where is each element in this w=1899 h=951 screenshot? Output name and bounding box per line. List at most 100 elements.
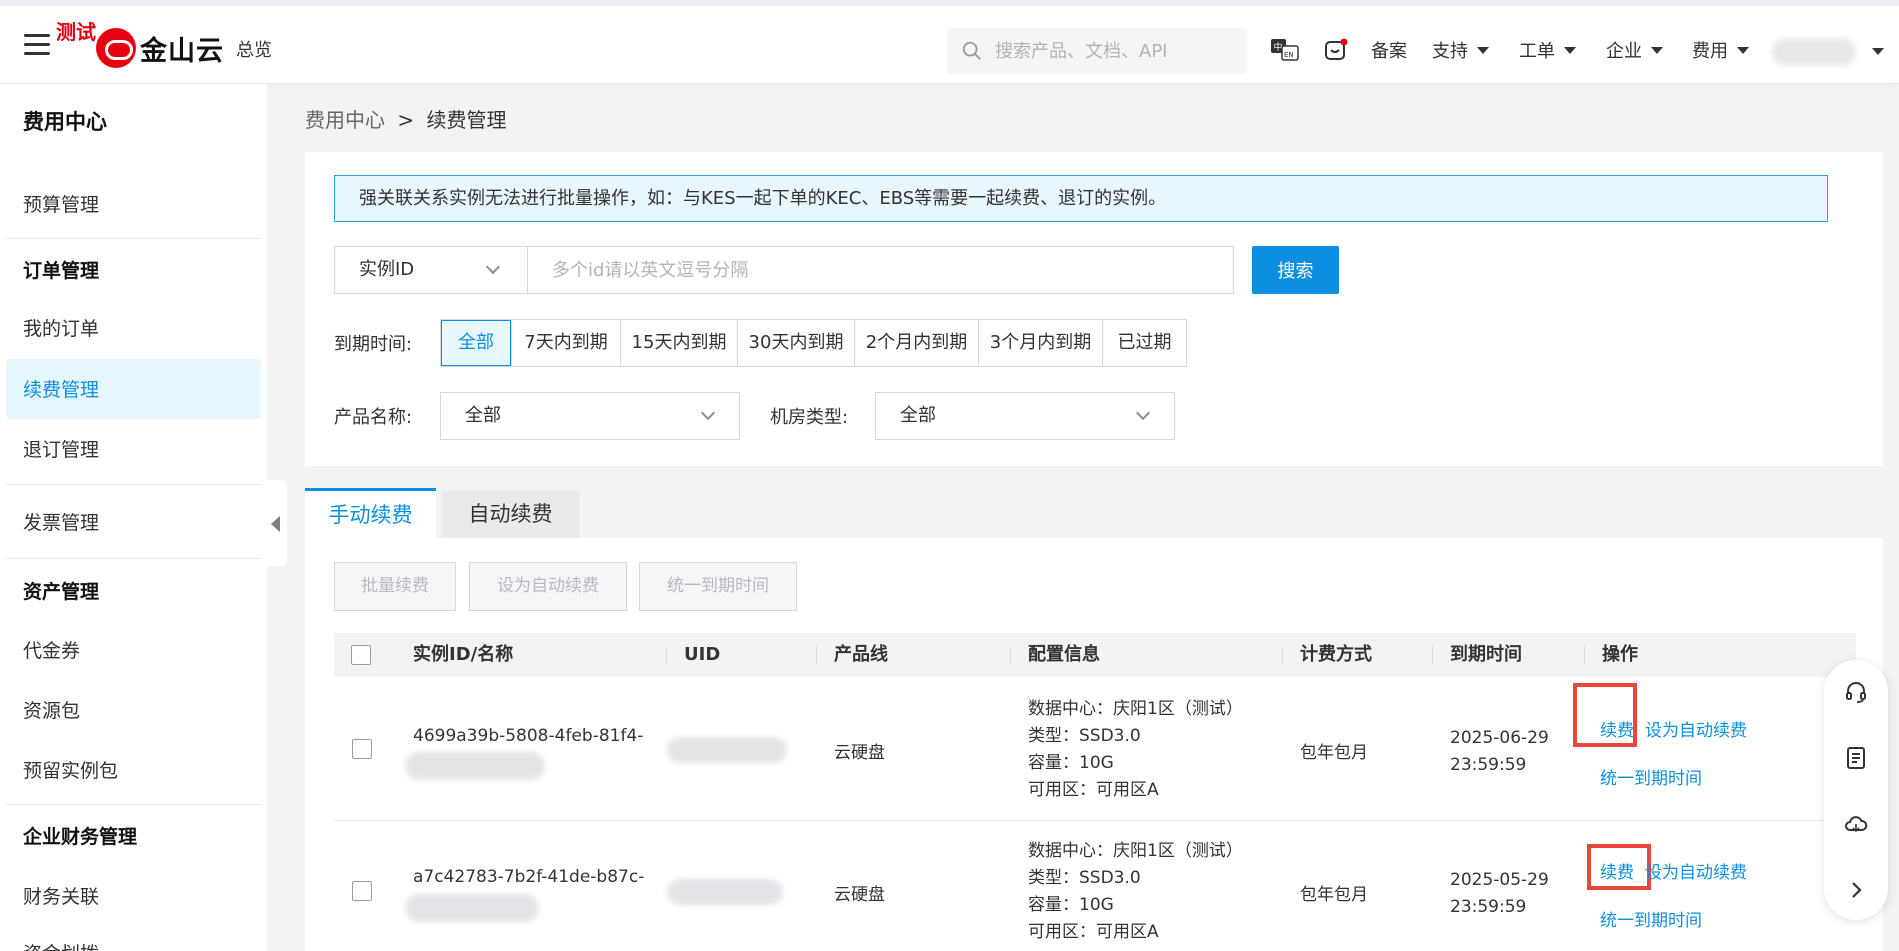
- unify-expire-link[interactable]: 统一到期时间: [1600, 764, 1702, 789]
- th-uid: UID: [684, 644, 721, 665]
- sidebar-item-fund-transfer[interactable]: 资金划拨: [23, 939, 99, 951]
- expire-option-15d[interactable]: 15天内到期: [620, 320, 737, 366]
- set-auto-renew-link[interactable]: 设为自动续费: [1645, 858, 1747, 883]
- row-checkbox[interactable]: [352, 739, 372, 759]
- top-header: 测试 金山云 总览 中 EN 备案 支持 工单 企业 费用: [0, 0, 1899, 84]
- product-line: 云硬盘: [834, 885, 885, 905]
- product-line: 云硬盘: [834, 743, 885, 763]
- tab-manual-renewal[interactable]: 手动续费: [305, 488, 436, 538]
- nav-enterprise-label: 企业: [1606, 41, 1642, 62]
- search-icon: [962, 41, 981, 60]
- chevron-right-icon[interactable]: [1844, 878, 1868, 902]
- divider: [6, 238, 261, 239]
- expire-date: 2025-06-29: [1450, 728, 1549, 748]
- select-all-checkbox[interactable]: [351, 645, 371, 665]
- expire-option-all[interactable]: 全部: [441, 320, 511, 366]
- unify-expire-link[interactable]: 统一到期时间: [1600, 906, 1702, 931]
- room-select[interactable]: 全部: [875, 392, 1175, 440]
- sidebar-item-my-orders[interactable]: 我的订单: [23, 314, 99, 341]
- th-product: 产品线: [834, 644, 888, 665]
- chevron-down-icon: [700, 405, 716, 421]
- instance-id[interactable]: 4699a39b-5808-4feb-81f4-: [413, 726, 643, 746]
- room-select-value: 全部: [900, 405, 936, 426]
- user-account-avatar[interactable]: [1772, 38, 1856, 66]
- expire-option-30d[interactable]: 30天内到期: [737, 320, 854, 366]
- sidebar-item-voucher[interactable]: 代金券: [23, 636, 80, 663]
- sidebar-collapse-toggle[interactable]: [267, 480, 287, 566]
- expire-option-2m[interactable]: 2个月内到期: [854, 320, 978, 366]
- config-info: 数据中心：庆阳1区（测试） 类型：SSD3.0 容量：10G 可用区：可用区A: [1028, 838, 1243, 946]
- headset-icon[interactable]: [1844, 680, 1868, 704]
- sidebar-item-budget[interactable]: 预算管理: [23, 190, 99, 217]
- sidebar-item-finance-link[interactable]: 财务关联: [23, 882, 99, 909]
- th-instance: 实例ID/名称: [413, 644, 514, 665]
- floating-toolbar: [1824, 660, 1888, 920]
- expire-clock: 23:59:59: [1450, 897, 1527, 917]
- overview-link[interactable]: 总览: [236, 36, 272, 62]
- chevron-down-icon: [1477, 46, 1489, 54]
- language-icon[interactable]: 中 EN: [1270, 38, 1300, 62]
- menu-icon[interactable]: [24, 34, 50, 58]
- th-config: 配置信息: [1028, 644, 1100, 665]
- instance-id-input[interactable]: [527, 246, 1234, 294]
- set-auto-renew-link[interactable]: 设为自动续费: [1645, 716, 1747, 741]
- expire-option-7d[interactable]: 7天内到期: [511, 320, 620, 366]
- nav-ticket[interactable]: 工单: [1519, 37, 1576, 63]
- field-select-value: 实例ID: [359, 259, 415, 280]
- nav-enterprise[interactable]: 企业: [1606, 37, 1663, 63]
- divider: [6, 804, 261, 805]
- sidebar-item-reserved[interactable]: 预留实例包: [23, 756, 118, 783]
- set-auto-renew-button[interactable]: 设为自动续费: [469, 562, 627, 611]
- breadcrumb-parent[interactable]: 费用中心: [305, 108, 385, 132]
- sidebar-title: 费用中心: [23, 110, 107, 134]
- instance-id[interactable]: a7c42783-7b2f-41de-b87c-: [413, 867, 644, 887]
- expire-label: 到期时间:: [334, 334, 413, 355]
- document-icon[interactable]: [1844, 746, 1868, 770]
- renew-link[interactable]: 续费: [1600, 716, 1634, 741]
- room-label: 机房类型:: [770, 407, 849, 428]
- nav-ticket-label: 工单: [1519, 41, 1555, 62]
- sidebar-item-package[interactable]: 资源包: [23, 696, 80, 723]
- tab-auto-renewal[interactable]: 自动续费: [442, 491, 579, 538]
- sidebar-item-renewal[interactable]: 续费管理: [23, 375, 99, 402]
- nav-billing[interactable]: 费用: [1692, 37, 1749, 63]
- global-search[interactable]: [947, 28, 1247, 74]
- sidebar-group-orders: 订单管理: [23, 260, 100, 282]
- sidebar-item-invoice[interactable]: 发票管理: [23, 508, 99, 535]
- unify-expire-button[interactable]: 统一到期时间: [639, 562, 797, 611]
- config-zone: 可用区：可用区A: [1028, 922, 1159, 942]
- cloud-icon[interactable]: [1844, 812, 1868, 836]
- breadcrumb-current: 续费管理: [426, 108, 507, 132]
- field-select[interactable]: 实例ID: [334, 246, 528, 294]
- instance-name-redacted: [405, 752, 545, 780]
- breadcrumb-separator: >: [397, 108, 415, 132]
- expire-filter-group: 全部 7天内到期 15天内到期 30天内到期 2个月内到期 3个月内到期 已过期: [440, 319, 1187, 367]
- svg-text:EN: EN: [1284, 51, 1294, 59]
- chevron-down-icon: [1737, 46, 1749, 54]
- row-checkbox[interactable]: [352, 881, 372, 901]
- brand-logo[interactable]: 金山云: [96, 28, 224, 68]
- config-type: 类型：SSD3.0: [1028, 726, 1141, 746]
- nav-beian[interactable]: 备案: [1371, 37, 1407, 63]
- search-button[interactable]: 搜索: [1252, 246, 1339, 294]
- batch-renew-button[interactable]: 批量续费: [334, 562, 456, 611]
- renew-link[interactable]: 续费: [1600, 858, 1634, 883]
- product-select[interactable]: 全部: [440, 392, 740, 440]
- column-divider: [816, 646, 817, 664]
- billing-method: 包年包月: [1300, 885, 1368, 905]
- nav-support[interactable]: 支持: [1432, 37, 1489, 63]
- message-icon[interactable]: [1324, 38, 1348, 62]
- expire-option-3m[interactable]: 3个月内到期: [978, 320, 1102, 366]
- expire-option-expired[interactable]: 已过期: [1102, 320, 1186, 366]
- search-input[interactable]: [995, 40, 1235, 62]
- divider: [6, 484, 261, 485]
- sidebar-group-assets: 资产管理: [23, 581, 100, 603]
- th-operation: 操作: [1602, 644, 1638, 665]
- row-divider: [334, 820, 1856, 821]
- config-type: 类型：SSD3.0: [1028, 868, 1141, 888]
- breadcrumb: 费用中心 > 续费管理: [305, 104, 506, 133]
- sidebar-item-refund[interactable]: 退订管理: [23, 435, 99, 462]
- filter-panel: 强关联关系实例无法进行批量操作，如：与KES一起下单的KEC、EBS等需要一起续…: [305, 152, 1883, 466]
- th-billing: 计费方式: [1300, 644, 1372, 665]
- chevron-down-icon[interactable]: [1872, 48, 1884, 55]
